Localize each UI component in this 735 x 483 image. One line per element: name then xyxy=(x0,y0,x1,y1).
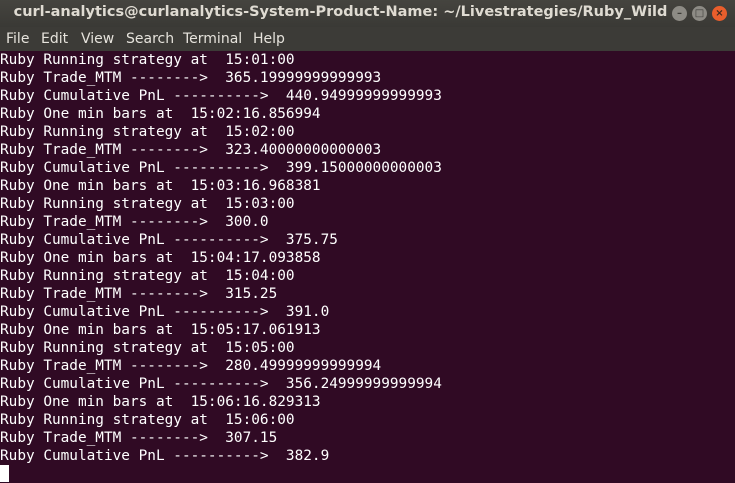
window-title: curl-analytics@curlanalytics-System-Prod… xyxy=(13,4,668,20)
output-line: Ruby Trade_MTM --------> 365.19999999999… xyxy=(0,70,382,86)
output-line: Ruby Running strategy at 15:04:00 xyxy=(0,268,295,284)
output-line: Ruby One min bars at 15:02:16.856994 xyxy=(0,106,321,122)
output-line: Ruby Cumulative PnL ----------> 356.2499… xyxy=(0,376,442,392)
terminal-window: curl-analytics@curlanalytics-System-Prod… xyxy=(0,0,735,483)
output-line: Ruby Trade_MTM --------> 307.15 xyxy=(0,430,278,446)
terminal-output[interactable]: Ruby Running strategy at 15:01:00 Ruby T… xyxy=(0,51,735,483)
output-line: Ruby Trade_MTM --------> 323.40000000000… xyxy=(0,142,382,158)
output-line: Ruby Running strategy at 15:06:00 xyxy=(0,412,295,428)
minimize-button[interactable]: – xyxy=(672,6,687,21)
output-line: Ruby Running strategy at 15:03:00 xyxy=(0,196,295,212)
menu-bar: File Edit View Search Terminal Help xyxy=(0,27,735,51)
output-line: Ruby Cumulative PnL ----------> 399.1500… xyxy=(0,160,442,176)
menu-help[interactable]: Help xyxy=(253,31,285,47)
title-bar[interactable]: curl-analytics@curlanalytics-System-Prod… xyxy=(0,0,735,27)
output-line: Ruby One min bars at 15:06:16.829313 xyxy=(0,394,321,410)
menu-edit[interactable]: Edit xyxy=(41,31,68,47)
output-line: Ruby Running strategy at 15:05:00 xyxy=(0,340,295,356)
output-line: Ruby Trade_MTM --------> 300.0 xyxy=(0,214,269,230)
output-line: Ruby Cumulative PnL ----------> 382.9 xyxy=(0,448,330,464)
output-line: Ruby Cumulative PnL ----------> 375.75 xyxy=(0,232,338,248)
output-line: Ruby Trade_MTM --------> 315.25 xyxy=(0,286,278,302)
output-line: Ruby One min bars at 15:05:17.061913 xyxy=(0,322,321,338)
output-line: Ruby One min bars at 15:04:17.093858 xyxy=(0,250,321,266)
terminal-cursor xyxy=(0,465,9,482)
output-line: Ruby Cumulative PnL ----------> 391.0 xyxy=(0,304,330,320)
close-button[interactable]: × xyxy=(712,6,727,21)
output-line: Ruby Running strategy at 15:01:00 xyxy=(0,52,295,68)
output-line: Ruby Cumulative PnL ----------> 440.9499… xyxy=(0,88,442,104)
menu-search[interactable]: Search xyxy=(126,31,174,47)
output-line: Ruby Running strategy at 15:02:00 xyxy=(0,124,295,140)
menu-view[interactable]: View xyxy=(81,31,114,47)
menu-terminal[interactable]: Terminal xyxy=(183,31,242,47)
output-line: Ruby One min bars at 15:03:16.968381 xyxy=(0,178,321,194)
maximize-button[interactable]: □ xyxy=(692,6,707,21)
menu-file[interactable]: File xyxy=(6,31,29,47)
output-line: Ruby Trade_MTM --------> 280.49999999999… xyxy=(0,358,382,374)
